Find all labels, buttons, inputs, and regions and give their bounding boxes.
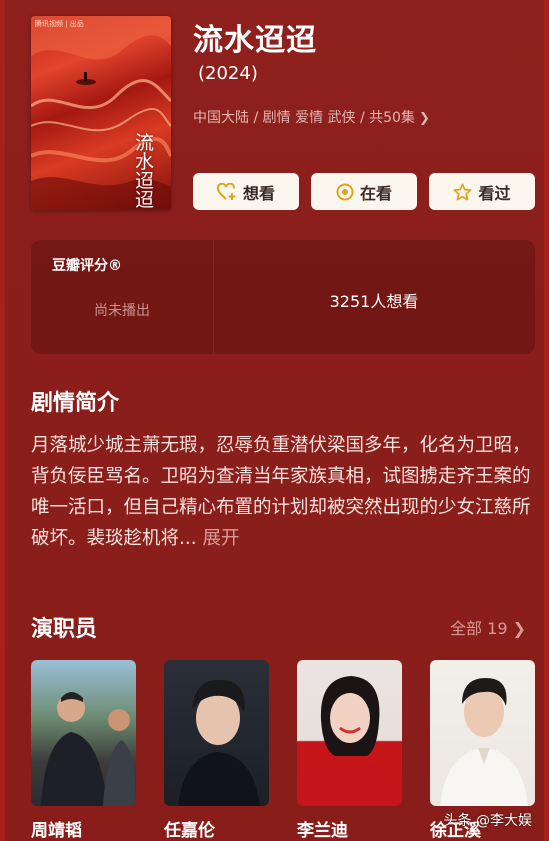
poster-title: 流水迢迢 xyxy=(134,132,154,210)
chevron-right-icon: ❯ xyxy=(512,619,526,638)
rating-label: 豆瓣评分® xyxy=(52,258,122,274)
want-to-watch-button[interactable]: 想看 xyxy=(193,173,299,210)
plot-text: 月落城少城主萧无瑕，忍辱负重潜伏梁国多年，化名为卫昭，背负佞臣骂名。卫昭为查清当… xyxy=(31,435,531,549)
plot-section-title: 剧情简介 xyxy=(31,391,120,416)
actor-silhouette xyxy=(41,692,136,806)
chevron-right-icon: ❯ xyxy=(418,111,430,126)
drama-meta-text: 中国大陆 / 剧情 爱情 武侠 / 共50集 xyxy=(193,110,415,126)
target-circle-icon xyxy=(336,183,354,201)
actor-photo[interactable] xyxy=(164,660,269,806)
poster-corner-text: 腾讯视频 | 出品 xyxy=(35,20,84,28)
drama-year: (2024) xyxy=(198,63,258,84)
actor-photo[interactable] xyxy=(430,660,535,806)
watched-button[interactable]: 看过 xyxy=(429,173,535,210)
watching-button[interactable]: 在看 xyxy=(311,173,417,210)
plot-summary[interactable]: 月落城少城主萧无瑕，忍辱负重潜伏梁国多年，化名为卫昭，背负佞臣骂名。卫昭为查清当… xyxy=(31,430,531,554)
expand-link[interactable]: 展开 xyxy=(203,528,240,549)
actor-name: 周靖韬 xyxy=(31,821,82,841)
drama-poster[interactable]: 腾讯视频 | 出品 流水迢迢 xyxy=(31,16,171,210)
watched-label: 看过 xyxy=(478,183,511,203)
actor-name: 任嘉伦 xyxy=(164,821,215,841)
star-icon xyxy=(453,183,472,201)
actor-silhouette xyxy=(440,678,528,806)
want-to-watch-label: 想看 xyxy=(242,183,275,203)
rating-status: 尚未播出 xyxy=(94,303,150,319)
actor-name: 李兰迪 xyxy=(297,821,348,841)
actor-photo[interactable] xyxy=(31,660,136,806)
drama-title: 流水迢迢 xyxy=(193,23,317,58)
app-frame: 腾讯视频 | 出品 流水迢迢 流水迢迢 (2024) 中国大陆 / 剧情 爱情 … xyxy=(0,0,549,841)
cast-all-label: 全部 19 xyxy=(450,619,508,638)
actor-silhouette xyxy=(178,679,260,806)
heart-plus-icon xyxy=(216,182,237,201)
cast-section-title: 演职员 xyxy=(31,617,98,642)
rating-card[interactable]: 豆瓣评分® 尚未播出 3251人想看 xyxy=(31,240,535,354)
actor-silhouette xyxy=(307,676,393,806)
actor-photo[interactable] xyxy=(297,660,402,806)
drama-meta-link[interactable]: 中国大陆 / 剧情 爱情 武侠 / 共50集 ❯ xyxy=(193,107,430,127)
cast-all-link[interactable]: 全部 19 ❯ xyxy=(450,615,526,639)
watermark: 头条 @李大娱 xyxy=(443,813,532,829)
rating-score-panel: 豆瓣评分® 尚未播出 xyxy=(31,240,214,354)
watching-label: 在看 xyxy=(359,183,392,203)
want-count: 3251人想看 xyxy=(329,292,419,311)
